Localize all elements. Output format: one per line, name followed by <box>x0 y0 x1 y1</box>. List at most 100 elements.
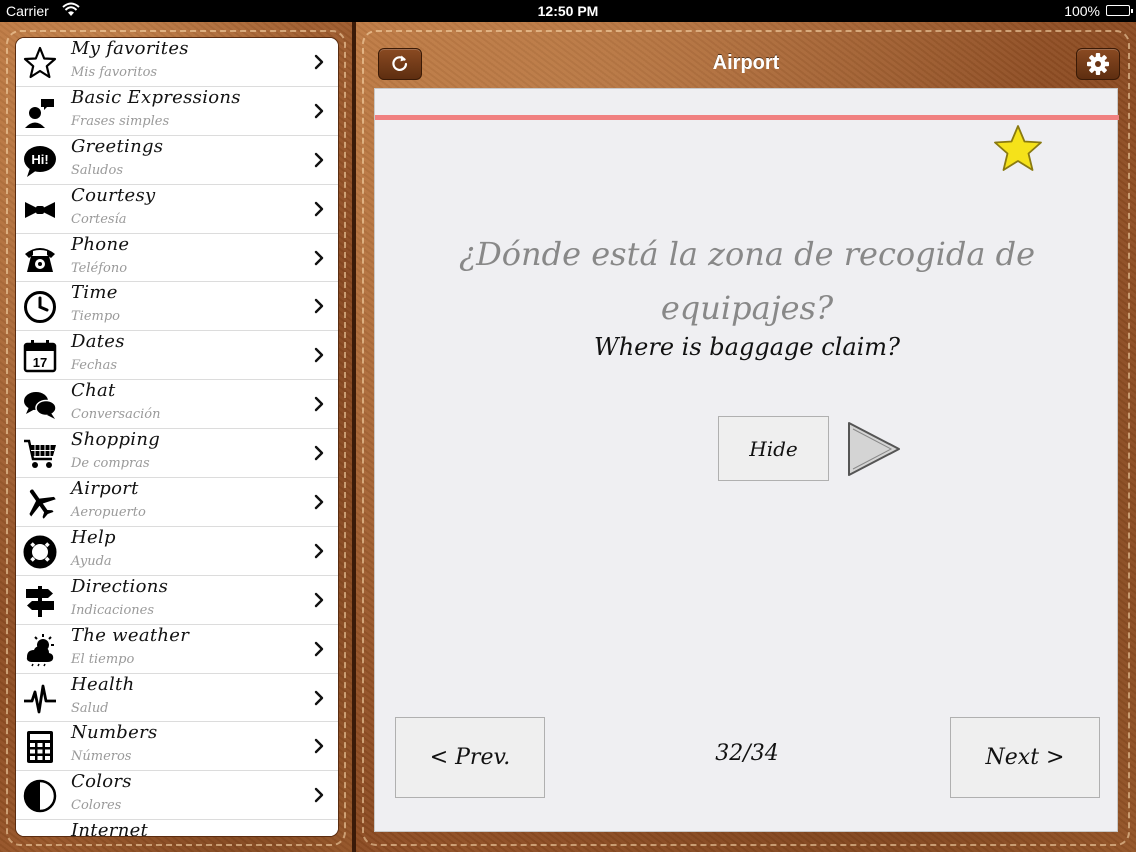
category-item-courtesy[interactable]: Courtesy Cortesía <box>16 184 338 234</box>
lifebuoy-icon <box>22 534 58 570</box>
clock-icon <box>22 289 58 325</box>
phrase-card: ¿Dónde está la zona de recogida de equip… <box>374 88 1119 832</box>
category-subtitle: Frases simples <box>71 113 170 129</box>
category-item-basic-expressions[interactable]: Basic Expressions Frases simples <box>16 86 338 136</box>
category-list[interactable]: My favorites Mis favoritos Basic Expressio… <box>16 38 338 836</box>
battery-icon <box>1106 5 1133 16</box>
chevron-right-icon <box>314 641 324 657</box>
category-title: Directions <box>71 575 169 597</box>
play-audio-icon[interactable] <box>845 419 903 479</box>
weather-icon <box>22 632 58 668</box>
category-subtitle: Mis favoritos <box>71 65 158 80</box>
chevron-right-icon <box>314 250 324 266</box>
category-item-internet[interactable]: Internet <box>16 820 338 836</box>
category-title: The weather <box>71 624 190 646</box>
category-subtitle: Aeropuerto <box>71 505 146 521</box>
category-subtitle: Ayuda <box>71 553 112 569</box>
phrase-counter: 32/34 <box>715 741 779 766</box>
chevron-right-icon <box>314 592 324 608</box>
category-item-the-weather[interactable]: The weather El tiempo <box>16 624 338 674</box>
category-item-greetings[interactable]: Hi! Greetings Saludos <box>16 135 338 185</box>
category-title: My favorites <box>71 38 189 59</box>
chevron-right-icon <box>314 201 324 217</box>
star-outline-icon <box>22 45 58 81</box>
prev-button[interactable]: < Prev. <box>395 717 545 798</box>
chevron-right-icon <box>314 298 324 314</box>
chat-bubbles-icon <box>22 387 58 423</box>
category-item-directions[interactable]: Directions Indicaciones <box>16 575 338 625</box>
speaking-person-icon <box>22 94 58 130</box>
category-subtitle: Saludos <box>71 162 124 178</box>
category-title: Phone <box>71 233 130 255</box>
heartbeat-icon <box>22 681 58 717</box>
category-title: Colors <box>71 771 132 793</box>
category-subtitle: Fechas <box>71 358 118 374</box>
category-item-shopping[interactable]: Shopping De compras <box>16 429 338 479</box>
chevron-right-icon <box>314 543 324 559</box>
category-subtitle: Salud <box>71 700 109 716</box>
laptop-icon <box>22 827 58 836</box>
category-title: Courtesy <box>71 184 156 206</box>
status-bar: Carrier 12:50 PM 100% <box>0 0 1136 22</box>
category-item-colors[interactable]: Colors Colores <box>16 771 338 821</box>
category-item-help[interactable]: Help Ayuda <box>16 526 338 576</box>
hi-bubble-icon: Hi! <box>22 143 58 179</box>
battery-percent: 100% <box>1064 3 1100 19</box>
svg-text:Hi!: Hi! <box>31 152 48 167</box>
chevron-right-icon <box>314 347 324 363</box>
category-title: Greetings <box>71 135 164 157</box>
category-item-phone[interactable]: Phone Teléfono <box>16 233 338 283</box>
airplane-icon <box>22 485 58 521</box>
category-subtitle: Teléfono <box>71 260 128 276</box>
next-button[interactable]: Next > <box>950 717 1100 798</box>
category-item-numbers[interactable]: Numbers Números <box>16 722 338 772</box>
accent-line <box>375 115 1119 120</box>
category-title: Chat <box>71 380 116 402</box>
telephone-icon <box>22 241 58 277</box>
contrast-icon <box>22 778 58 814</box>
chevron-right-icon <box>314 494 324 510</box>
signpost-icon <box>22 583 58 619</box>
category-title: Health <box>71 673 135 695</box>
category-item-dates[interactable]: 17 Dates Fechas <box>16 331 338 381</box>
settings-button[interactable] <box>1076 48 1120 80</box>
chevron-right-icon <box>314 787 324 803</box>
category-item-health[interactable]: Health Salud <box>16 673 338 723</box>
clock: 12:50 PM <box>537 3 599 19</box>
chevron-right-icon <box>314 152 324 168</box>
category-title: Numbers <box>71 722 158 744</box>
category-subtitle: Cortesía <box>71 211 127 227</box>
gear-icon <box>1087 53 1109 75</box>
category-item-airport[interactable]: Airport Aeropuerto <box>16 478 338 527</box>
category-title: Internet <box>71 820 149 836</box>
category-item-time[interactable]: Time Tiempo <box>16 282 338 332</box>
category-title: Basic Expressions <box>71 86 241 108</box>
category-subtitle: Tiempo <box>71 309 120 325</box>
category-item-my-favorites[interactable]: My favorites Mis favoritos <box>16 38 338 87</box>
category-item-chat[interactable]: Chat Conversación <box>16 380 338 430</box>
category-title: Shopping <box>71 429 161 451</box>
chevron-right-icon <box>314 738 324 754</box>
category-subtitle: Conversación <box>71 407 161 423</box>
category-subtitle: El tiempo <box>71 651 135 667</box>
detail-header: Airport <box>372 40 1120 88</box>
phrase-spanish: ¿Dónde está la zona de recogida de equip… <box>458 235 1036 327</box>
category-title: Help <box>71 526 116 548</box>
chevron-right-icon <box>314 690 324 706</box>
favorite-star-icon[interactable] <box>992 123 1044 175</box>
chevron-right-icon <box>314 54 324 70</box>
shopping-cart-icon <box>22 436 58 472</box>
svg-text:17: 17 <box>33 355 47 370</box>
category-subtitle: Números <box>71 749 132 765</box>
chevron-right-icon <box>314 103 324 119</box>
category-subtitle: Indicaciones <box>71 602 155 618</box>
calendar-icon: 17 <box>22 338 58 374</box>
category-title: Airport <box>71 478 139 500</box>
calculator-icon <box>22 729 58 765</box>
chevron-right-icon <box>314 396 324 412</box>
phrase-english: Where is baggage claim? <box>594 333 900 361</box>
chevron-right-icon <box>314 445 324 461</box>
hide-button[interactable]: Hide <box>718 416 829 481</box>
category-subtitle: De compras <box>71 456 150 472</box>
category-title: Time <box>71 282 118 304</box>
